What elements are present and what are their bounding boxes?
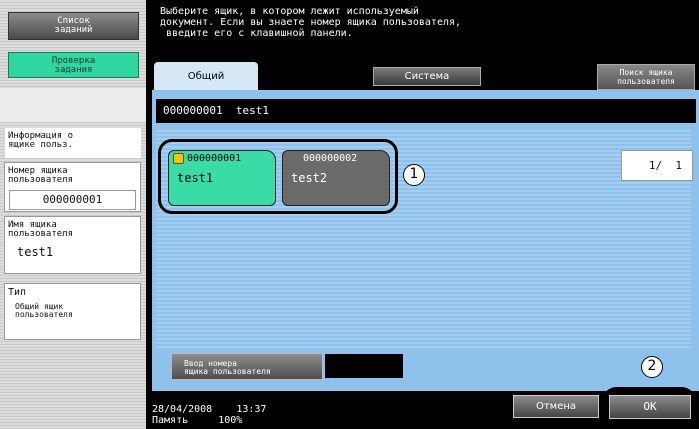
date-time-memory: 28/04/2008 13:37 Память 100%	[152, 404, 266, 426]
input-box-number-button[interactable]: Ввод номера ящика пользователя	[171, 353, 323, 380]
callout-number-2: 2	[641, 356, 663, 378]
box-number-label: Номер ящика пользователя	[8, 166, 74, 185]
lock-icon	[173, 153, 184, 164]
time: 13:37	[236, 404, 267, 415]
memory-value: 100%	[218, 415, 243, 426]
page-indicator: 1/ 1	[621, 150, 693, 181]
user-box-info-header: Информация о ящике польз.	[5, 128, 141, 158]
job-list-button[interactable]: Список заданий	[8, 12, 139, 40]
instruction-message: Выберите ящик, в котором лежит используе…	[146, 0, 699, 58]
box-name: test2	[291, 171, 328, 185]
box-type-label: Тип	[8, 287, 27, 298]
box-name: test1	[177, 171, 214, 185]
box-number-value: 000000001	[9, 190, 136, 210]
selected-box-display: 000000001 test1	[156, 99, 696, 123]
tab-general[interactable]: Общий	[154, 62, 258, 92]
date: 28/04/2008	[152, 404, 213, 415]
box-number: 000000002	[303, 153, 358, 164]
box-type-panel: Тип Общий ящик пользователя	[4, 283, 141, 340]
box-number-input[interactable]	[325, 354, 403, 378]
search-user-box-button[interactable]: Поиск ящика пользователя	[597, 64, 695, 90]
sidebar-divider	[0, 88, 146, 122]
ok-button[interactable]: OK	[609, 395, 691, 419]
box-type-value: Общий ящик пользователя	[15, 302, 73, 319]
cancel-button[interactable]: Отмена	[513, 395, 599, 418]
tab-system[interactable]: Система	[373, 67, 481, 86]
box-number-panel: Номер ящика пользователя 000000001	[4, 162, 141, 212]
memory-label: Память	[152, 415, 189, 426]
callout-number-1: 1	[403, 164, 425, 186]
sidebar: Список заданий Проверка задания Информац…	[0, 0, 146, 429]
job-check-button[interactable]: Проверка задания	[8, 52, 139, 78]
box-number: 000000001	[187, 153, 242, 164]
box-name-label: Имя ящика пользователя	[8, 220, 74, 239]
user-box-000000001[interactable]: 000000001 test1	[168, 150, 276, 206]
box-name-value: test1	[17, 245, 54, 259]
box-name-panel: Имя ящика пользователя test1	[4, 216, 141, 274]
user-box-000000002[interactable]: 000000002 test2	[282, 150, 390, 206]
